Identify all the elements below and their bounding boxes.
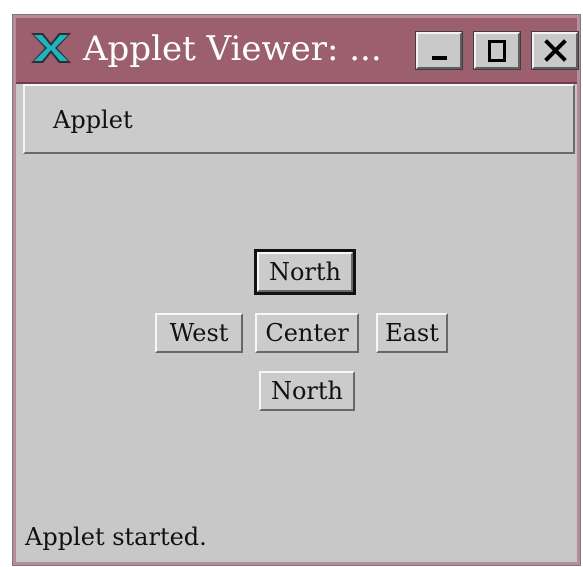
maximize-button[interactable] — [474, 32, 520, 69]
east-button[interactable]: East — [376, 313, 448, 353]
status-text: Applet started. — [25, 523, 207, 551]
applet-viewer-window: Applet Viewer: ... Applet North West Cen… — [12, 14, 581, 566]
window-title: Applet Viewer: ... — [83, 29, 382, 69]
window-title-bar[interactable]: Applet Viewer: ... — [16, 18, 578, 84]
x-logo-icon — [31, 33, 71, 63]
minimize-icon — [432, 56, 447, 60]
center-button[interactable]: Center — [255, 313, 359, 353]
minimize-button[interactable] — [416, 32, 462, 69]
applet-menu-bar: Applet — [23, 84, 575, 154]
maximize-icon — [488, 40, 506, 62]
applet-content-area: North West Center East North — [23, 156, 575, 500]
close-icon — [544, 39, 567, 62]
applet-menu[interactable]: Applet — [53, 106, 133, 134]
west-button[interactable]: West — [155, 313, 243, 353]
north-button-bottom[interactable]: North — [259, 371, 355, 411]
north-button-top[interactable]: North — [257, 252, 353, 292]
close-button[interactable] — [532, 32, 578, 69]
